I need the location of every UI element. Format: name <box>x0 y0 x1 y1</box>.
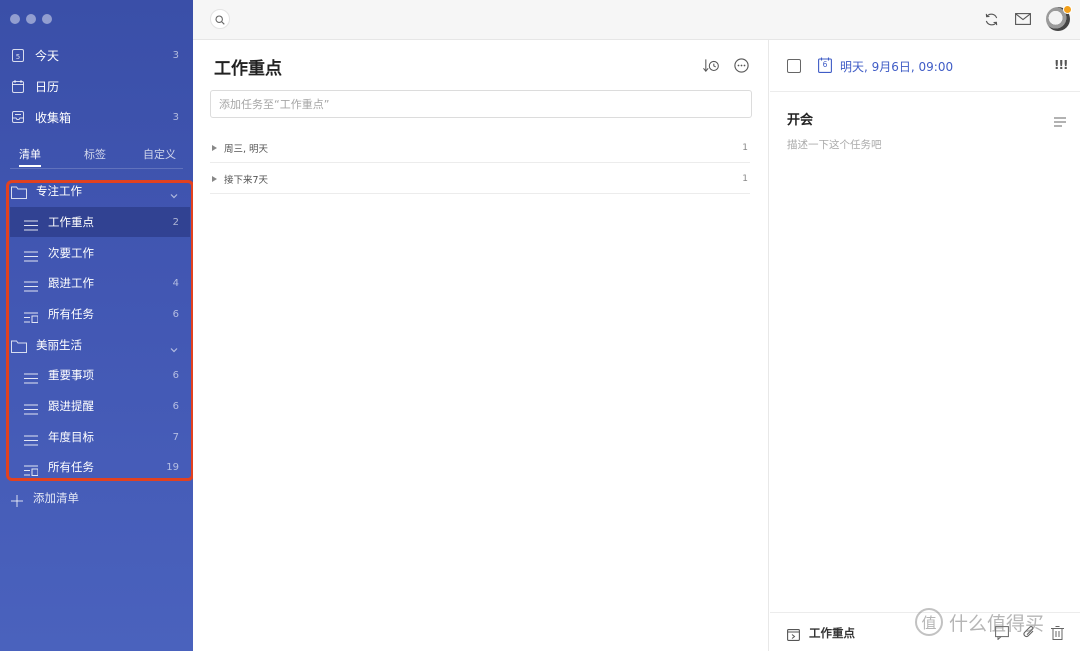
description-menu-icon[interactable] <box>1054 112 1066 127</box>
maximize-window-button[interactable] <box>42 14 52 24</box>
nav-item-label: 收集箱 <box>35 110 72 125</box>
watermark: 值 什么值得买 <box>915 608 1044 636</box>
trash-icon[interactable] <box>1051 625 1067 641</box>
sidebar-tabs: 清单 标签 自定义 <box>0 146 193 167</box>
detail-header: 6 明天, 9月6日, 09:00 !!! <box>770 40 1080 92</box>
task-complete-checkbox[interactable] <box>787 59 801 73</box>
task-group-next-7-days[interactable]: 接下来7天 1 <box>210 164 750 194</box>
sidebar: 5 今天 3 日历 收集箱 3 清单 标签 自定义 专注工作 工作重点 2 次要… <box>0 0 194 651</box>
task-group-label: 周三, 明天 <box>224 143 269 155</box>
highlight-annotation-box <box>6 180 194 481</box>
task-group-tomorrow[interactable]: 周三, 明天 1 <box>210 133 750 163</box>
task-list-panel: 工作重点 周三, 明天 1 接下来7天 1 <box>193 40 769 651</box>
watermark-text: 什么值得买 <box>949 612 1045 635</box>
page-title: 工作重点 <box>214 59 282 79</box>
sort-icon[interactable] <box>703 57 719 73</box>
search-icon <box>215 10 225 29</box>
search-button[interactable] <box>210 9 230 29</box>
nav-item-label: 今天 <box>35 48 60 63</box>
nav-item-count: 3 <box>172 49 179 61</box>
add-list-label: 添加清单 <box>33 491 79 505</box>
avatar[interactable] <box>1046 5 1072 31</box>
nav-item-today[interactable]: 5 今天 3 <box>0 40 193 70</box>
calendar-icon <box>11 79 25 93</box>
expand-triangle-icon[interactable] <box>212 144 217 151</box>
today-icon: 5 <box>11 48 25 62</box>
top-bar <box>193 0 1080 40</box>
nav-item-calendar[interactable]: 日历 <box>0 71 193 101</box>
nav-item-label: 日历 <box>35 79 60 94</box>
window-controls <box>10 14 52 24</box>
move-to-list-icon[interactable] <box>787 626 800 641</box>
sync-icon[interactable] <box>982 10 1000 28</box>
nav-item-count: 3 <box>172 111 179 123</box>
mail-icon[interactable] <box>1014 10 1032 28</box>
task-group-label: 接下来7天 <box>224 174 269 186</box>
task-detail-panel: 6 明天, 9月6日, 09:00 !!! 开会 描述一下这个任务吧 工作重点 <box>770 40 1080 651</box>
task-group-count: 1 <box>742 142 748 153</box>
minimize-window-button[interactable] <box>26 14 36 24</box>
priority-button[interactable]: !!! <box>1054 58 1068 72</box>
task-list-name[interactable]: 工作重点 <box>809 625 855 641</box>
app-window: 5 今天 3 日历 收集箱 3 清单 标签 自定义 专注工作 工作重点 2 次要… <box>0 0 1080 651</box>
task-description-placeholder[interactable]: 描述一下这个任务吧 <box>787 137 882 152</box>
inbox-icon <box>11 110 25 124</box>
tab-custom[interactable]: 自定义 <box>143 146 176 162</box>
nav-item-inbox[interactable]: 收集箱 3 <box>0 102 193 132</box>
task-group-count: 1 <box>742 173 748 184</box>
plus-icon <box>11 492 23 507</box>
due-date-calendar-icon[interactable]: 6 <box>818 57 832 73</box>
close-window-button[interactable] <box>10 14 20 24</box>
add-list-button[interactable]: 添加清单 <box>0 484 193 512</box>
calendar-day-number: 6 <box>822 60 828 69</box>
due-date-label[interactable]: 明天, 9月6日, 09:00 <box>840 58 953 75</box>
expand-triangle-icon[interactable] <box>212 175 217 182</box>
watermark-logo: 值 <box>915 608 943 636</box>
more-options-icon[interactable] <box>733 57 749 73</box>
tabs-divider <box>10 168 183 169</box>
svg-text:5: 5 <box>16 53 20 61</box>
task-title[interactable]: 开会 <box>787 109 813 128</box>
notification-badge <box>1063 5 1072 14</box>
add-task-input[interactable] <box>210 90 752 118</box>
tab-tags[interactable]: 标签 <box>84 146 106 162</box>
tab-lists[interactable]: 清单 <box>19 146 41 167</box>
